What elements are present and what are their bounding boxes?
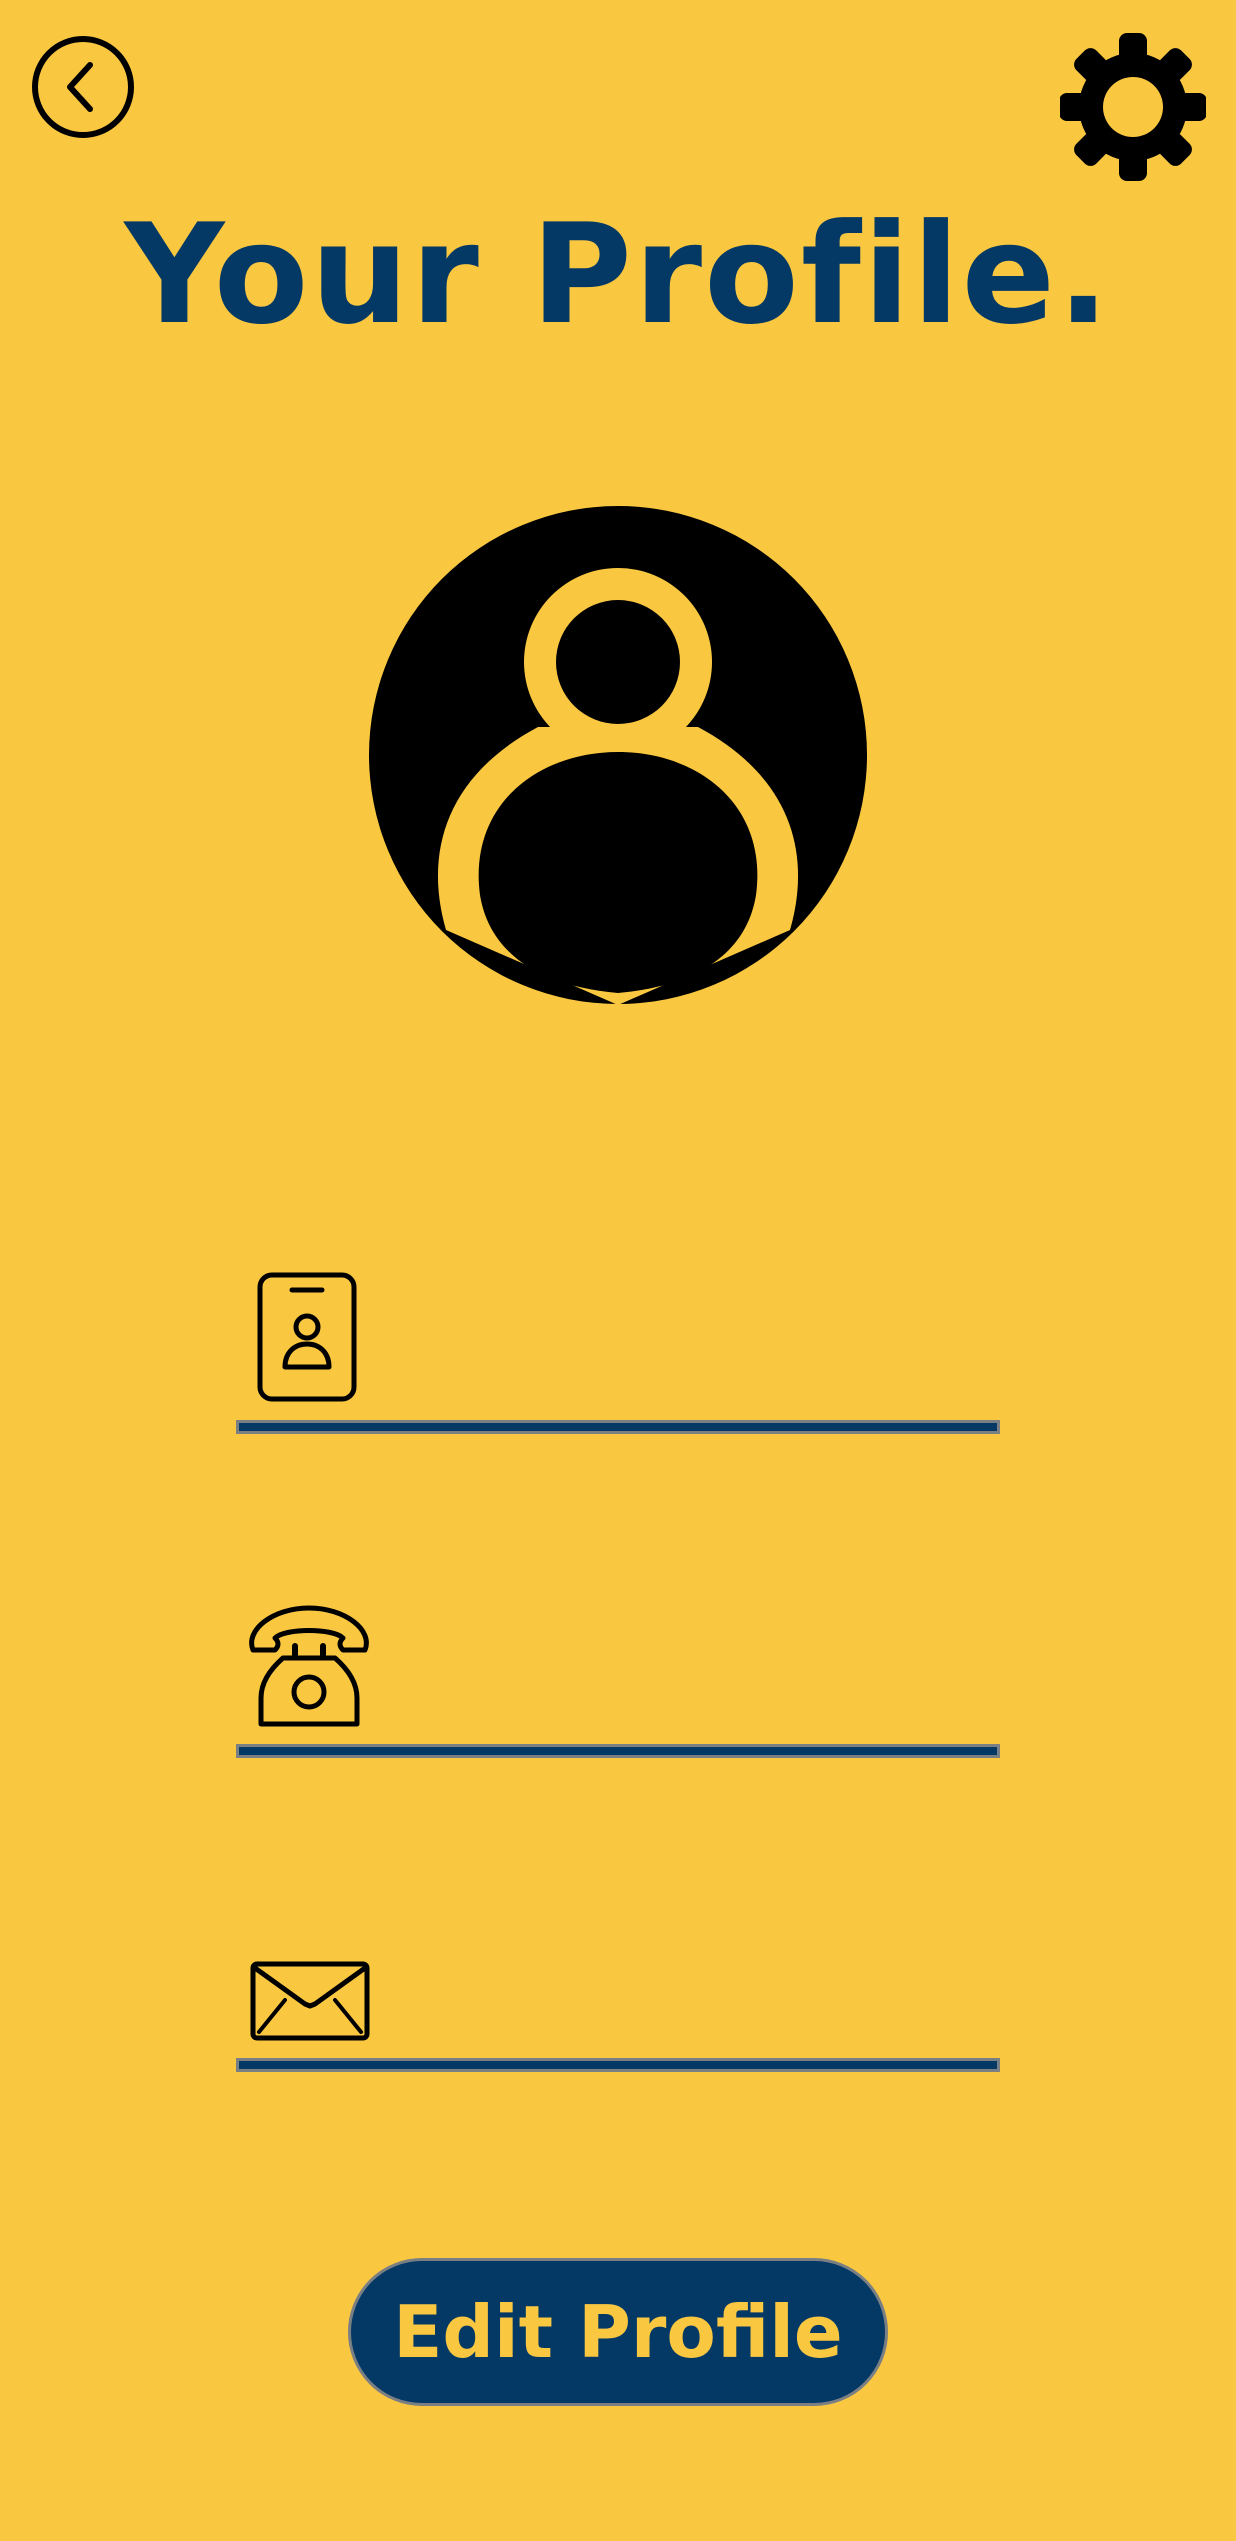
gear-icon bbox=[1059, 33, 1207, 181]
user-circle-icon bbox=[369, 506, 867, 1005]
phone-field-underline bbox=[236, 1744, 1000, 1758]
chevron-left-circle-icon bbox=[32, 36, 134, 138]
envelope-icon bbox=[249, 1960, 371, 2042]
email-field-underline bbox=[236, 2058, 1000, 2072]
phone-field[interactable] bbox=[388, 1635, 1000, 1715]
edit-profile-button[interactable]: Edit Profile bbox=[348, 2258, 888, 2406]
page-title: Your Profile. bbox=[124, 194, 1112, 355]
name-field-underline bbox=[236, 1420, 1000, 1434]
name-field[interactable] bbox=[388, 1300, 1000, 1380]
id-badge-icon bbox=[255, 1270, 359, 1404]
telephone-icon bbox=[243, 1600, 375, 1730]
edit-profile-label: Edit Profile bbox=[393, 2290, 843, 2374]
back-button[interactable] bbox=[30, 33, 136, 141]
settings-button[interactable] bbox=[1059, 33, 1207, 181]
avatar[interactable] bbox=[368, 505, 868, 1005]
email-field[interactable] bbox=[388, 1955, 1000, 2035]
